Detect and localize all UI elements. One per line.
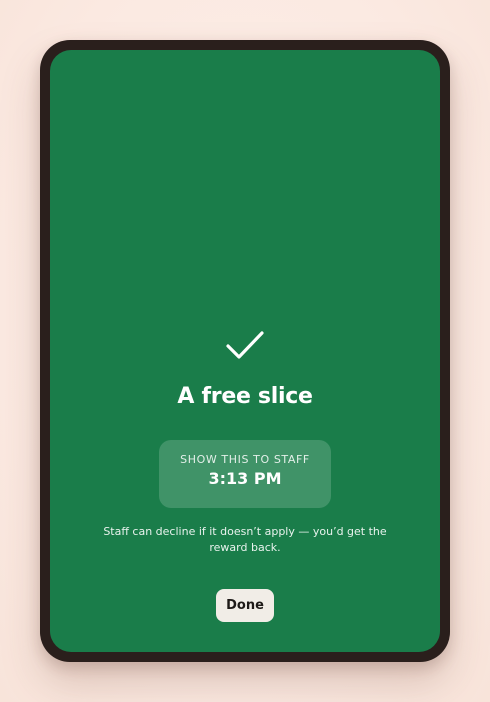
page-background: A free slice SHOW THIS TO STAFF 3:13 PM …	[0, 0, 490, 702]
checkmark-icon	[226, 331, 264, 359]
show-to-staff-card: SHOW THIS TO STAFF 3:13 PM	[159, 440, 331, 508]
device-frame: A free slice SHOW THIS TO STAFF 3:13 PM …	[40, 40, 450, 662]
done-button[interactable]: Done	[216, 589, 274, 622]
redemption-time: 3:13 PM	[208, 469, 282, 488]
reward-confirmation-screen: A free slice SHOW THIS TO STAFF 3:13 PM …	[50, 50, 440, 652]
reward-title: A free slice	[177, 384, 313, 409]
decline-note: Staff can decline if it doesn’t apply — …	[103, 525, 387, 554]
show-to-staff-label: SHOW THIS TO STAFF	[180, 453, 310, 466]
